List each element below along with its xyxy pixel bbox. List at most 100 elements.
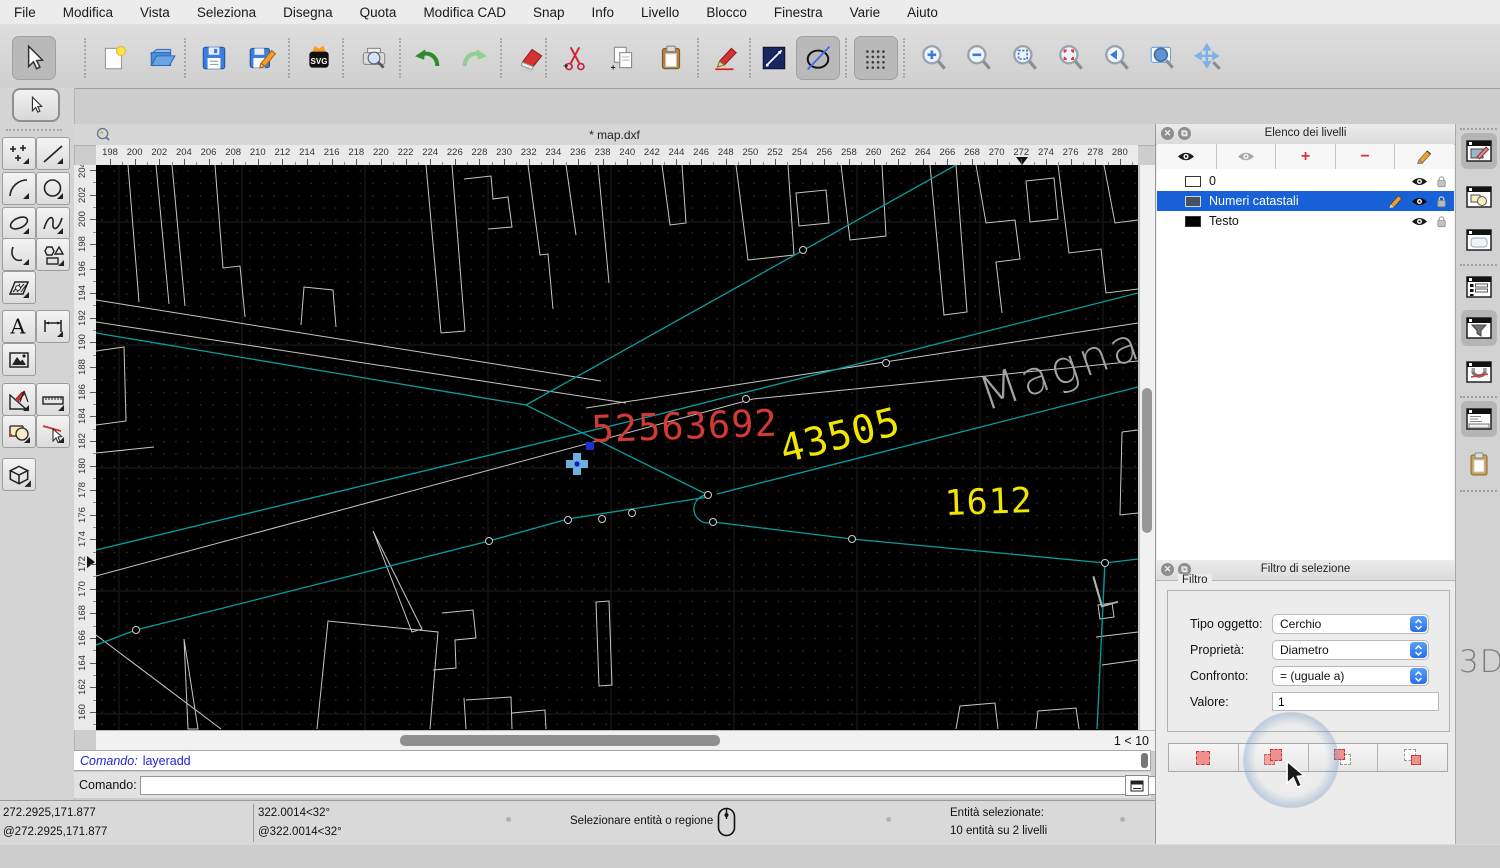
pan-button[interactable] [1187, 36, 1231, 80]
object-type-dropdown[interactable]: Cerchio [1272, 614, 1429, 634]
drawing-tools-palette-button[interactable] [1461, 133, 1497, 169]
trim-tool-button[interactable] [36, 415, 70, 448]
parcel-number-yellow-2[interactable]: 1612 [944, 481, 1034, 524]
box-3d-tool-button[interactable] [2, 458, 36, 491]
draw-pencil-button[interactable] [704, 36, 748, 80]
drawing-canvas[interactable]: 52563692 43505 1612 Magna A L [96, 165, 1138, 730]
filter-value-input[interactable] [1272, 692, 1439, 711]
menu-vista[interactable]: Vista [140, 5, 170, 20]
hide-all-layers-button[interactable] [1217, 144, 1277, 169]
menu-info[interactable]: Info [592, 5, 615, 20]
menu-livello[interactable]: Livello [641, 5, 679, 20]
selection-new-button[interactable] [1169, 744, 1239, 771]
cut-button[interactable]: + [553, 36, 597, 80]
construction-tool-button[interactable] [2, 383, 36, 416]
selection-filter-palette-button[interactable] [1461, 310, 1497, 346]
layer-lock-icon[interactable] [1435, 215, 1448, 228]
grid-toggle-button[interactable] [854, 36, 898, 80]
text-tool-button[interactable]: A [2, 310, 36, 343]
layer-lock-icon[interactable] [1435, 195, 1448, 208]
properties-palette-button[interactable] [1461, 222, 1497, 258]
layer-edit-pencil-icon[interactable] [1388, 194, 1404, 208]
polygon-tool-button[interactable] [36, 238, 70, 271]
canvas-vertical-scrollbar[interactable] [1139, 165, 1156, 730]
3d-mode-label[interactable]: 3D [1459, 644, 1500, 680]
layer-row-testo[interactable]: Testo [1157, 211, 1454, 231]
layer-row-numeri-catastali[interactable]: Numeri catastali [1157, 191, 1454, 211]
save-as-button[interactable] [240, 36, 284, 80]
image-tool-button[interactable] [2, 343, 36, 376]
parcel-number-red[interactable]: 52563692 [591, 402, 779, 451]
snap-palette-button[interactable] [1461, 354, 1497, 390]
command-window-palette-button[interactable] [1461, 401, 1497, 437]
dimension-tool-button[interactable] [36, 310, 70, 343]
polyline-tool-button[interactable] [2, 238, 36, 271]
boolean-tool-button[interactable] [2, 415, 36, 448]
redo-button[interactable] [453, 36, 497, 80]
save-button[interactable] [192, 36, 236, 80]
shapes-palette-button[interactable] [1461, 179, 1497, 215]
zoom-out-button[interactable] [957, 36, 1001, 80]
menu-blocco[interactable]: Blocco [706, 5, 747, 20]
menu-modifica-cad[interactable]: Modifica CAD [423, 5, 506, 20]
selection-remove-button[interactable] [1309, 744, 1379, 771]
layer-visible-eye-icon[interactable] [1411, 216, 1428, 227]
zoom-window-button[interactable] [1141, 36, 1185, 80]
edit-layer-button[interactable] [1395, 144, 1454, 169]
print-preview-button[interactable] [352, 36, 396, 80]
layer-color-swatch[interactable] [1185, 196, 1201, 207]
line-style-button[interactable] [752, 36, 796, 80]
layer-color-swatch[interactable] [1185, 216, 1201, 227]
add-layer-button[interactable]: + [1276, 144, 1336, 169]
selection-intersect-button[interactable] [1378, 744, 1447, 771]
menu-varie[interactable]: Varie [850, 5, 881, 20]
menu-modifica[interactable]: Modifica [63, 5, 113, 20]
zoom-selection-button[interactable] [1049, 36, 1093, 80]
ellipse-tool-button[interactable] [796, 36, 840, 80]
menu-finestra[interactable]: Finestra [774, 5, 823, 20]
menu-file[interactable]: File [14, 5, 36, 20]
layer-lock-icon[interactable] [1435, 175, 1448, 188]
copy-button[interactable]: + [601, 36, 645, 80]
layer-row-0[interactable]: 0 [1157, 171, 1454, 191]
measure-tool-button[interactable] [36, 383, 70, 416]
command-input[interactable] [140, 776, 1168, 795]
palette-grip[interactable] [6, 129, 62, 131]
menu-seleziona[interactable]: Seleziona [197, 5, 256, 20]
menu-quota[interactable]: Quota [360, 5, 397, 20]
zoom-previous-button[interactable] [1095, 36, 1139, 80]
hatch-tool-button[interactable] [2, 271, 36, 304]
ellipse-tool-button[interactable] [2, 207, 36, 240]
layer-visible-eye-icon[interactable] [1411, 176, 1428, 187]
show-all-layers-button[interactable] [1157, 144, 1217, 169]
palette-select-button[interactable] [12, 88, 60, 122]
street-name-label[interactable]: Magna A [972, 299, 1138, 422]
comparison-dropdown[interactable]: = (uguale a) [1272, 666, 1429, 686]
new-file-button[interactable] [92, 36, 136, 80]
eraser-button[interactable] [510, 36, 554, 80]
layer-color-swatch[interactable] [1185, 176, 1201, 187]
vscroll-thumb[interactable] [1142, 388, 1152, 533]
line-tool-button[interactable] [36, 137, 70, 170]
menu-aiuto[interactable]: Aiuto [907, 5, 938, 20]
clipboard-palette-button[interactable] [1461, 446, 1497, 482]
select-arrow-button[interactable] [12, 36, 56, 80]
hscroll-thumb[interactable] [400, 735, 720, 746]
undo-button[interactable] [405, 36, 449, 80]
menu-disegna[interactable]: Disegna [283, 5, 333, 20]
point-tool-button[interactable] [2, 137, 36, 170]
layer-visible-eye-icon[interactable] [1411, 196, 1428, 207]
zoom-in-button[interactable] [912, 36, 956, 80]
svg-export-button[interactable]: SVG [297, 36, 341, 80]
command-history-scrollbar[interactable] [1141, 753, 1148, 768]
remove-layer-button[interactable]: − [1336, 144, 1396, 169]
arc-tool-button[interactable] [2, 172, 36, 205]
paste-button[interactable] [649, 36, 693, 80]
circle-tool-button[interactable] [36, 172, 70, 205]
spline-tool-button[interactable] [36, 207, 70, 240]
layer-list-palette-button[interactable] [1461, 269, 1497, 305]
open-file-button[interactable] [140, 36, 184, 80]
canvas-horizontal-scrollbar[interactable]: 1 < 10 [96, 730, 1155, 751]
parcel-number-yellow-1[interactable]: 43505 [776, 399, 906, 472]
command-keyboard-button[interactable] [1125, 775, 1149, 796]
